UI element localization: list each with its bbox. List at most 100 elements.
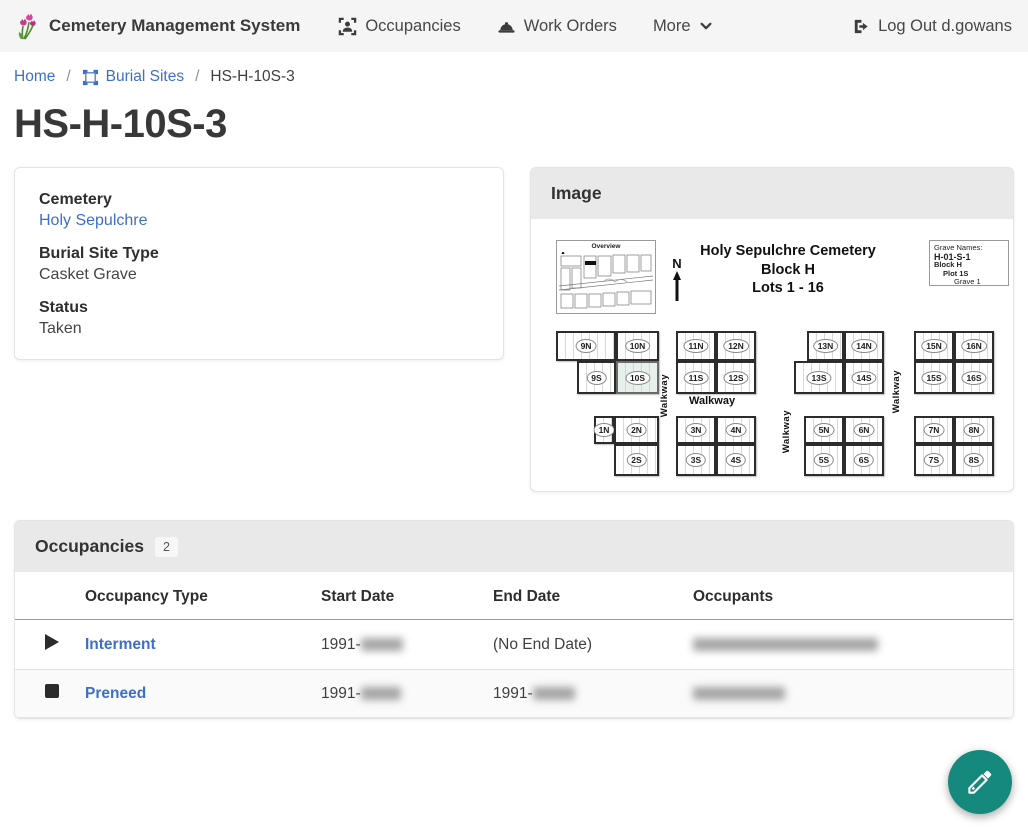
redacted-value [361,687,401,700]
end-date-prefix: 1991- [493,685,533,702]
image-card: Image Overview [530,167,1014,492]
plot-label: 1N [594,423,615,437]
plot-14S: 14S [844,361,884,394]
plot-label: 14N [851,339,877,353]
column-occupants: Occupants [685,572,1013,620]
chevron-down-icon [699,19,713,33]
plot-label: 5S [814,453,834,467]
plot-label: 11S [684,371,709,385]
plot-6S: 6S [844,444,884,476]
plot-label: 8S [964,453,984,467]
play-icon [45,634,59,650]
plot-label: 7N [924,423,945,437]
plot-7N: 7N [914,416,954,444]
nav-right: Log Out d.gowans [851,17,1012,36]
plot-8N: 8N [954,416,994,444]
plot-9S: 9S [577,361,616,394]
walkway-label-vertical: Walkway [891,370,902,413]
occupancies-card: Occupancies 2 Occupancy Type Start Date … [14,520,1014,719]
plot-9N: 9N [556,331,616,361]
plot-label: 6S [854,453,874,467]
plot-8S: 8S [954,444,994,476]
cemetery-block-map: Overview [544,232,1007,478]
redacted-value [361,638,403,651]
plot-label: 13S [806,371,831,385]
plot-15S: 15S [914,361,954,394]
plot-label: 12N [723,339,749,353]
plot-11S: 11S [676,361,716,394]
app-title: Cemetery Management System [49,16,300,36]
breadcrumb-separator: / [195,68,199,86]
plot-15N: 15N [914,331,954,361]
stop-icon [45,684,59,698]
breadcrumb-current: HS-H-10S-3 [210,68,294,86]
plot-3N: 3N [676,416,716,444]
status-value: Taken [39,320,479,338]
plot-1N: 1N [594,416,614,444]
map-title: Holy Sepulchre Cemetery Block H Lots 1 -… [682,242,894,298]
occupancies-table: Occupancy Type Start Date End Date Occup… [15,572,1013,718]
nav-more[interactable]: More [653,17,713,36]
plot-label: 14S [851,371,876,385]
status-label: Status [39,299,479,317]
plot-16S: 16S [954,361,994,394]
breadcrumb-separator: / [66,68,70,86]
plot-10N: 10N [616,331,659,361]
plot-10S-highlighted: 10S [616,361,659,394]
occupancy-type-link[interactable]: Preneed [85,685,146,702]
breadcrumb-home[interactable]: Home [14,68,55,86]
occupancies-count-badge: 2 [155,537,178,557]
image-card-body: Overview [531,219,1013,491]
plot-5N: 5N [804,416,844,444]
plot-label: 15N [921,339,947,353]
breadcrumb-burial-sites-label: Burial Sites [106,68,184,86]
plot-label: 4N [726,423,747,437]
plot-label: 10S [625,371,650,385]
portrait-frame-icon [338,17,357,36]
table-row: Interment 1991- (No End Date) [15,620,1013,670]
plot-label: 2S [626,453,646,467]
map-title-line2: Block H [682,261,894,280]
tulip-logo-icon [16,12,40,40]
nav-occupancies[interactable]: Occupancies [338,17,460,36]
brand[interactable]: Cemetery Management System [16,12,300,40]
end-date-value: (No End Date) [485,620,685,670]
plot-label: 10N [625,339,651,353]
grave-names-legend: Grave Names: H-01-S-1 Block H Plot 1S Gr… [929,240,1009,286]
logout-icon [851,17,870,36]
image-card-title: Image [531,168,1013,219]
walkway-label-vertical: Walkway [781,410,792,453]
plot-11N: 11N [676,331,716,361]
walkway-label-vertical: Walkway [659,374,670,417]
occupancy-type-link[interactable]: Interment [85,636,156,653]
nav-occupancies-label: Occupancies [365,17,460,36]
column-status [15,572,77,620]
redacted-occupants [693,687,785,700]
breadcrumb-burial-sites[interactable]: Burial Sites [82,68,184,86]
edit-fab-button[interactable] [948,750,1012,814]
top-navbar: Cemetery Management System Occupancies [0,0,1028,52]
plot-label: 16S [961,371,986,385]
nav-items: Occupancies Work Orders More [338,17,712,36]
pencil-icon [965,767,995,797]
start-date-prefix: 1991- [321,685,361,702]
column-end-date: End Date [485,572,685,620]
plot-13N: 13N [807,331,844,361]
burial-site-frame-icon [82,69,99,86]
burial-site-type-value: Casket Grave [39,266,479,284]
column-occupancy-type: Occupancy Type [77,572,313,620]
cemetery-link[interactable]: Holy Sepulchre [39,212,148,229]
walkway-label-horizontal: Walkway [689,395,735,407]
redacted-value [533,687,575,700]
plot-12N: 12N [716,331,756,361]
plot-7S: 7S [914,444,954,476]
logout-label: Log Out d.gowans [878,17,1012,36]
logout-button[interactable]: Log Out d.gowans [851,17,1012,36]
map-title-line3: Lots 1 - 16 [682,279,894,298]
plot-4S: 4S [716,444,756,476]
plot-label: 6N [854,423,875,437]
nav-work-orders[interactable]: Work Orders [497,17,617,36]
table-row: Preneed 1991- 1991- [15,670,1013,718]
plot-label: 5N [814,423,835,437]
plot-2N: 2N [614,416,659,444]
